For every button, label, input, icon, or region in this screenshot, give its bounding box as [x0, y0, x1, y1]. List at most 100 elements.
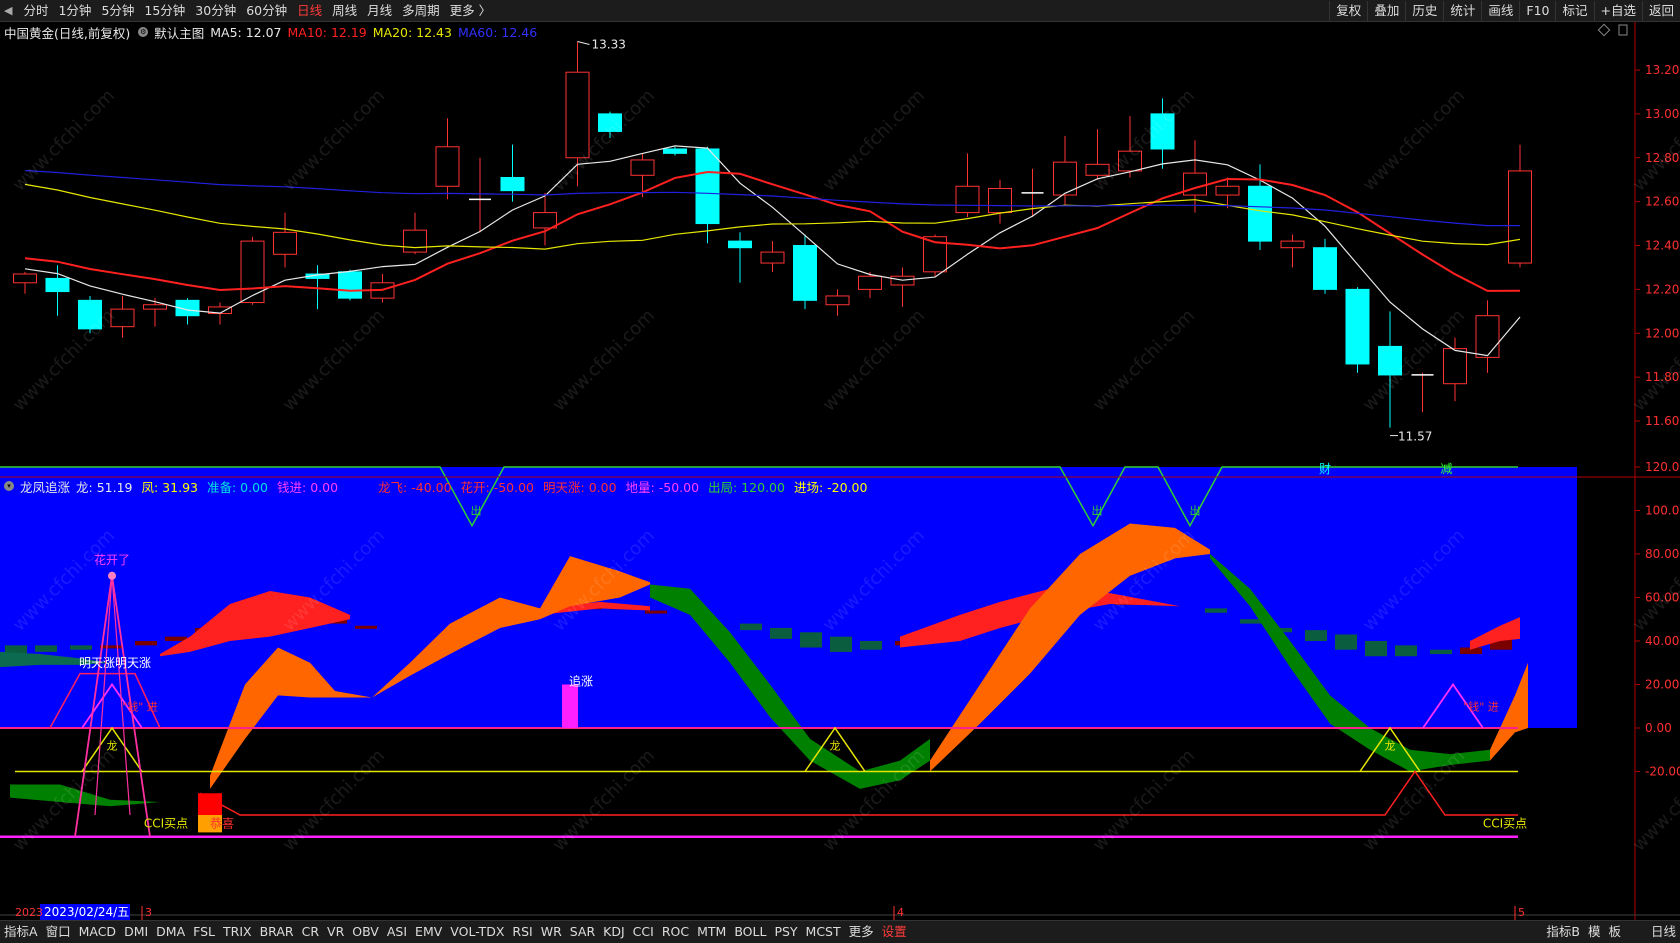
candle-down[interactable] — [695, 148, 720, 225]
period-tab[interactable]: 15分钟 — [139, 0, 190, 22]
indicator-tab[interactable]: VR — [323, 921, 348, 943]
candle-up[interactable] — [1183, 172, 1207, 196]
candle-up[interactable] — [143, 304, 167, 310]
indicator-b-tab[interactable]: 板 — [1604, 921, 1625, 943]
indicator-tab[interactable]: MTM — [693, 921, 730, 943]
toolbar-button[interactable]: 复权 — [1329, 0, 1367, 21]
indicator-tab[interactable]: SAR — [566, 921, 599, 943]
toolbar-button[interactable]: +自选 — [1593, 0, 1642, 21]
candle-down[interactable] — [500, 176, 525, 192]
collapse-icon[interactable]: ◀ — [0, 4, 18, 17]
period-tab[interactable]: 多周期 — [397, 0, 445, 22]
indicator-value: 花开: -50.00 — [460, 479, 535, 495]
candle-down[interactable] — [338, 271, 362, 299]
indicator-tab[interactable]: ROC — [658, 921, 693, 943]
candle-up[interactable] — [1475, 315, 1500, 358]
indicator-b-tab[interactable]: 指标B — [1542, 921, 1584, 943]
indicator-name[interactable]: 龙凤追涨 — [20, 477, 70, 496]
indicator-tab[interactable]: DMA — [152, 921, 189, 943]
candle-up[interactable] — [858, 275, 882, 290]
indicator-tab[interactable]: PSY — [770, 921, 801, 943]
candle-up[interactable] — [1215, 185, 1240, 196]
kline-chart[interactable]: www.cfchi.com 13.2013.0012.8012.6012.401… — [0, 22, 1680, 920]
price-tick-label: 12.00 — [1645, 326, 1679, 340]
period-tab[interactable]: 更多 〉 — [445, 0, 496, 22]
candle-up[interactable] — [988, 187, 1012, 214]
indicator-tab[interactable]: ASI — [383, 921, 411, 943]
period-tab[interactable]: 5分钟 — [96, 0, 139, 22]
candle-up[interactable] — [273, 231, 297, 255]
toolbar-button[interactable]: 历史 — [1405, 0, 1443, 21]
price-tick-label: 13.00 — [1645, 107, 1679, 121]
candle-up[interactable] — [110, 308, 135, 328]
indicator-tab[interactable]: RSI — [508, 921, 536, 943]
indicator-tab[interactable]: 窗口 — [42, 921, 75, 943]
period-tab[interactable]: 1分钟 — [53, 0, 96, 22]
period-tab[interactable]: 60分钟 — [241, 0, 292, 22]
period-tab[interactable]: 分时 — [18, 0, 53, 22]
indicator-panel[interactable] — [0, 466, 1635, 915]
period-tab[interactable]: 周线 — [327, 0, 362, 22]
cci-label: CCI买点 — [144, 817, 188, 831]
candle-down[interactable] — [1313, 247, 1337, 290]
candle-down[interactable] — [45, 277, 70, 293]
main-price-panel[interactable] — [0, 22, 1635, 477]
candle-up[interactable] — [403, 229, 427, 253]
indicator-tab[interactable]: VOL-TDX — [446, 921, 508, 943]
template-name[interactable]: 默认主图 — [154, 23, 204, 42]
candle-up[interactable] — [13, 273, 37, 284]
candle-up[interactable] — [1280, 240, 1305, 249]
price-tick-label: 11.80 — [1645, 370, 1679, 384]
indicator-tab[interactable]: KDJ — [599, 921, 629, 943]
indicator-tab[interactable]: 设置 — [878, 921, 911, 943]
candle-down[interactable] — [1378, 345, 1402, 376]
toolbar-button[interactable]: 叠加 — [1367, 0, 1405, 21]
candle-up[interactable] — [240, 240, 265, 304]
candle-down[interactable] — [78, 299, 102, 330]
indicator-tab[interactable]: 更多 — [845, 921, 878, 943]
indicator-tab[interactable]: BRAR — [256, 921, 298, 943]
indicator-tab[interactable]: WR — [537, 921, 566, 943]
period-tab[interactable]: 日线 — [292, 0, 327, 22]
indicator-b-tab[interactable]: 模 — [1584, 921, 1605, 943]
indicator-tab[interactable]: DMI — [120, 921, 152, 943]
indicator-tab[interactable]: BOLL — [730, 921, 770, 943]
indicator-tab[interactable]: 指标A — [0, 921, 42, 943]
candle-down[interactable] — [1345, 288, 1370, 365]
indicator-tab[interactable]: FSL — [189, 921, 219, 943]
indicator-tab[interactable]: CCI — [629, 921, 658, 943]
candle-down[interactable] — [598, 113, 622, 132]
candle-up[interactable] — [825, 295, 850, 306]
candle-up[interactable] — [435, 146, 460, 187]
toolbar-button[interactable]: 返回 — [1641, 0, 1680, 21]
indicator-tab[interactable]: TRIX — [219, 921, 256, 943]
candle-up[interactable] — [1508, 170, 1532, 264]
indicator-tab[interactable]: OBV — [348, 921, 383, 943]
toolbar-button[interactable]: 标记 — [1555, 0, 1593, 21]
indicator-tab[interactable]: MCST — [802, 921, 845, 943]
candle-up[interactable] — [630, 159, 655, 176]
candle-up[interactable] — [565, 71, 590, 159]
candle-down[interactable] — [793, 245, 817, 301]
candle-up[interactable] — [955, 185, 980, 214]
candle-down[interactable] — [1248, 185, 1272, 242]
indicator-settings-icon[interactable]: ▾ — [4, 481, 14, 491]
candle-up[interactable] — [1443, 348, 1467, 385]
indicator-b-tab[interactable]: 日线 — [1647, 921, 1680, 943]
period-tab[interactable]: 30分钟 — [190, 0, 241, 22]
toolbar-button[interactable]: 画线 — [1481, 0, 1519, 21]
candle-down[interactable] — [663, 148, 687, 154]
candle-up[interactable] — [533, 212, 557, 229]
candle-down[interactable] — [1150, 113, 1175, 150]
indicator-tab[interactable]: MACD — [75, 921, 120, 943]
toolbar-button[interactable]: 统计 — [1443, 0, 1481, 21]
indicator-tab[interactable]: EMV — [411, 921, 446, 943]
toolbar-button[interactable]: F10 — [1519, 0, 1555, 21]
candle-up[interactable] — [1118, 150, 1142, 172]
period-tab[interactable]: 月线 — [362, 0, 397, 22]
settings-circle-icon[interactable]: ⚙ — [138, 27, 149, 37]
candle-up[interactable] — [1085, 163, 1110, 176]
candle-up[interactable] — [760, 251, 785, 264]
candle-down[interactable] — [728, 240, 752, 249]
indicator-tab[interactable]: CR — [298, 921, 323, 943]
